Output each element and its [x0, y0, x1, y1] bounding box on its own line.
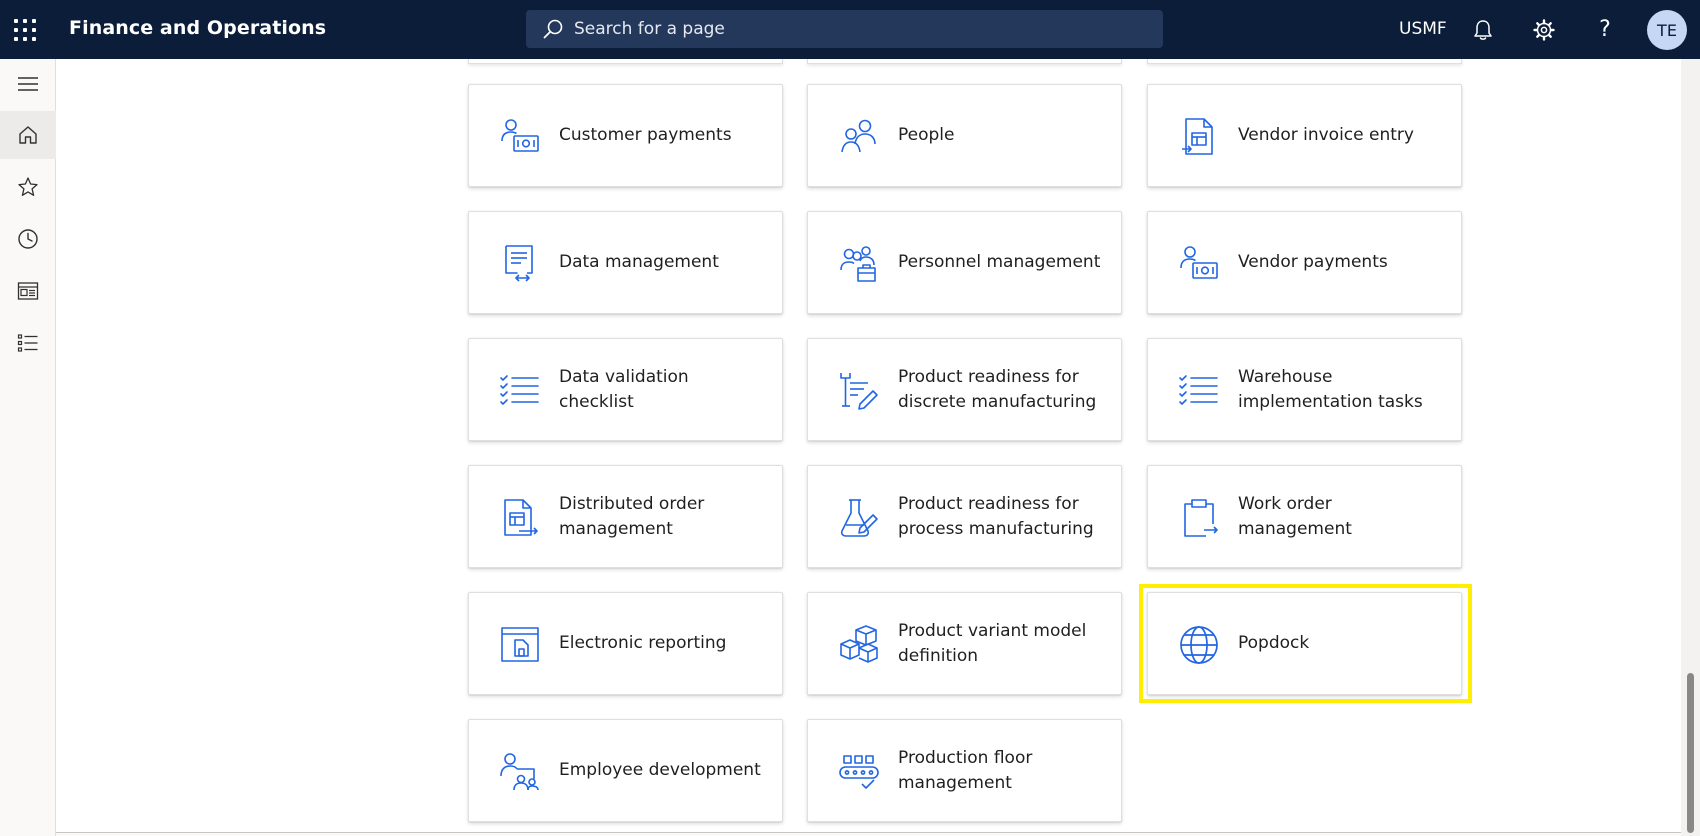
tile-distributed-order-management[interactable]: Distributed order management [468, 465, 783, 568]
tile-product-readiness-process[interactable]: Product readiness for process manufactur… [807, 465, 1122, 568]
tile-label: Warehouse implementation tasks [1238, 366, 1423, 412]
tile-customer-payments[interactable]: Customer payments [468, 84, 783, 187]
personnel-management-icon [840, 246, 876, 282]
tile-people[interactable]: People [807, 84, 1122, 187]
tile-label: Vendor invoice entry [1238, 125, 1414, 145]
tile-label: Product readiness for discrete manufactu… [898, 366, 1097, 412]
help-glyph: ? [1599, 17, 1611, 42]
hamburger-icon[interactable] [0, 60, 56, 108]
tile-label: Personnel management [898, 252, 1101, 272]
tile-label: Data validation checklist [559, 366, 689, 412]
gear-icon[interactable] [1530, 16, 1558, 44]
search-input[interactable]: Search for a page [526, 10, 1163, 48]
scroll-thumb[interactable] [1687, 673, 1694, 833]
workspace-icon[interactable] [0, 267, 56, 315]
tile-work-order-management[interactable]: Work order management [1147, 465, 1462, 568]
home-icon[interactable] [0, 111, 56, 159]
tile-vendor-payments[interactable]: Vendor payments [1147, 211, 1462, 314]
electronic-reporting-icon [501, 627, 539, 662]
discrete-manufacturing-icon [840, 373, 878, 410]
boxes-icon [840, 625, 878, 663]
vendor-payments-icon [1180, 246, 1218, 279]
globe-icon [1180, 626, 1218, 664]
tile-label: Customer payments [559, 125, 732, 145]
bell-icon[interactable] [1469, 16, 1497, 44]
vertical-scrollbar[interactable] [1681, 59, 1700, 836]
tile-vendor-invoice-entry[interactable]: Vendor invoice entry [1147, 84, 1462, 187]
tile-label: Production floor management [898, 747, 1033, 793]
tile-label: Product readiness for process manufactur… [898, 493, 1094, 539]
tile-employee-development[interactable]: Employee development [468, 719, 783, 822]
tile-popdock[interactable]: Popdock [1147, 592, 1462, 695]
tile-label: Product variant model definition [898, 620, 1087, 666]
tile-label: Distributed order management [559, 493, 705, 539]
conveyor-icon [839, 755, 879, 789]
tile-warehouse-implementation-tasks[interactable]: Warehouse implementation tasks [1147, 338, 1462, 441]
main-content: Customer payments People Vendor invoice … [56, 59, 1681, 836]
navigation-rail [0, 59, 56, 836]
tile-label: Employee development [559, 760, 761, 780]
star-icon[interactable] [0, 163, 56, 211]
clock-icon[interactable] [0, 215, 56, 263]
top-navigation-bar: Finance and Operations Search for a page… [0, 0, 1700, 59]
partial-tile [468, 59, 783, 64]
tile-production-floor-management[interactable]: Production floor management [807, 719, 1122, 822]
people-icon [841, 119, 876, 153]
flask-icon [840, 499, 878, 537]
tile-product-readiness-discrete[interactable]: Product readiness for discrete manufactu… [807, 338, 1122, 441]
search-placeholder: Search for a page [574, 19, 725, 39]
company-selector[interactable]: USMF [1399, 19, 1447, 39]
tile-label: Popdock [1238, 633, 1310, 653]
tile-personnel-management[interactable]: Personnel management [807, 211, 1122, 314]
bottom-strip [56, 832, 1681, 836]
invoice-entry-icon [1182, 118, 1213, 155]
avatar[interactable]: TE [1647, 10, 1687, 50]
data-management-icon [505, 245, 533, 282]
partial-tile [1147, 59, 1462, 64]
waffle-icon[interactable] [14, 19, 36, 41]
tile-data-management[interactable]: Data management [468, 211, 783, 314]
tile-label: Data management [559, 252, 719, 272]
checklist-icon [500, 375, 539, 405]
app-title[interactable]: Finance and Operations [69, 17, 326, 39]
tile-label: People [898, 125, 955, 145]
list-icon[interactable] [0, 319, 56, 367]
search-icon [543, 19, 563, 39]
tile-label: Electronic reporting [559, 633, 727, 653]
distributed-order-icon [504, 499, 538, 536]
tile-product-variant-model-definition[interactable]: Product variant model definition [807, 592, 1122, 695]
employee-development-icon [500, 753, 539, 791]
clipboard-icon [1184, 499, 1218, 537]
checklist-icon [1179, 375, 1218, 405]
partial-tile [807, 59, 1122, 64]
tile-label: Work order management [1238, 493, 1352, 539]
tile-data-validation-checklist[interactable]: Data validation checklist [468, 338, 783, 441]
help-icon[interactable]: ? [1591, 16, 1619, 44]
customer-payments-icon [501, 119, 539, 152]
tile-electronic-reporting[interactable]: Electronic reporting [468, 592, 783, 695]
tile-label: Vendor payments [1238, 252, 1388, 272]
